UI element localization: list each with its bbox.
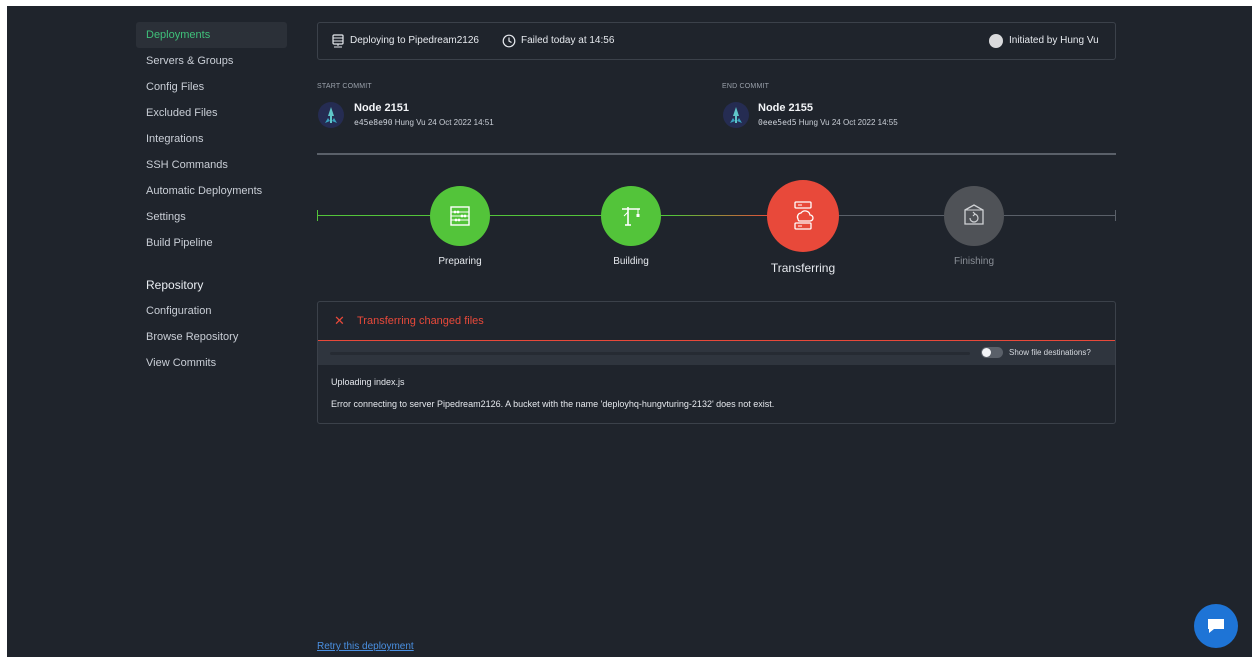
clock-icon [502,34,516,48]
end-commit-hash[interactable]: 0eee5ed5 [758,118,797,127]
pipeline-progress-line [317,215,772,216]
stage-preparing-label: Preparing [438,256,482,267]
cloud-server-icon [794,201,814,230]
stage-building-circle[interactable] [601,186,661,246]
end-commit-title[interactable]: Node 2155 [758,102,813,114]
show-destinations-toggle[interactable] [981,347,1003,358]
section-divider [317,153,1116,155]
deploying-target-text: Deploying to Pipedream2126 [350,35,479,46]
start-commit-date: 24 Oct 2022 14:51 [427,118,494,127]
log-panel-title: Transferring changed files [357,315,484,327]
retry-deployment-link[interactable]: Retry this deployment [317,641,414,652]
sidebar-item-deployments[interactable]: Deployments [136,22,287,48]
app-window: Deployments Servers & Groups Config File… [7,6,1252,657]
stage-transferring-label: Transferring [770,261,836,275]
stage-finishing-circle[interactable] [944,186,1004,246]
pipeline-end-cap [1115,210,1116,221]
box-icon [964,204,984,225]
sidebar-item-settings[interactable]: Settings [136,204,287,230]
log-line: Uploading index.js [331,377,405,387]
sidebar-item-integrations[interactable]: Integrations [136,126,287,152]
chat-widget-button[interactable] [1194,604,1238,648]
error-x-icon: ✕ [334,313,345,328]
abacus-icon [450,206,470,226]
start-commit-title[interactable]: Node 2151 [354,102,409,114]
rocket-icon [325,107,337,123]
sidebar: Deployments Servers & Groups Config File… [7,6,292,657]
show-destinations-label[interactable]: Show file destinations? [1009,348,1091,357]
transfer-progress-track [330,352,970,355]
rocket-icon [730,107,742,123]
sidebar-item-config-files[interactable]: Config Files [136,74,287,100]
start-commit-label: START COMMIT [317,83,372,90]
deployment-status-text: Failed today at 14:56 [521,35,615,46]
sidebar-item-servers-groups[interactable]: Servers & Groups [136,48,287,74]
stage-transferring-circle[interactable] [767,180,839,252]
chat-icon [1208,619,1224,633]
deployment-header: Deploying to Pipedream2126 Failed today … [317,22,1116,60]
toggle-knob [982,348,991,357]
end-commit-logo [723,102,749,128]
sidebar-item-excluded-files[interactable]: Excluded Files [136,100,287,126]
log-panel: ✕ Transferring changed files Show file d… [317,301,1116,424]
stage-finishing-label: Finishing [953,256,995,267]
repository-heading: Repository [146,278,204,292]
sidebar-item-automatic-deployments[interactable]: Automatic Deployments [136,178,287,204]
crane-icon [622,207,640,226]
stage-preparing-circle[interactable] [430,186,490,246]
stage-building-label: Building [613,256,649,267]
end-commit-date: 24 Oct 2022 14:55 [831,118,898,127]
sidebar-item-configuration[interactable]: Configuration [136,298,287,324]
server-icon [332,34,344,48]
sidebar-item-ssh-commands[interactable]: SSH Commands [136,152,287,178]
end-commit-label: END COMMIT [722,83,770,90]
end-commit-meta: 0eee5ed5 Hung Vu 24 Oct 2022 14:55 [758,118,898,127]
user-avatar [989,34,1003,48]
start-commit-author: Hung Vu [394,118,426,127]
log-line: Error connecting to server Pipedream2126… [331,399,775,409]
sidebar-item-build-pipeline[interactable]: Build Pipeline [136,230,287,256]
sidebar-item-browse-repository[interactable]: Browse Repository [136,324,287,350]
log-toolbar: Show file destinations? [318,341,1115,365]
initiated-by-text: Initiated by Hung Vu [1009,35,1099,46]
start-commit-meta: e45e8e90 Hung Vu 24 Oct 2022 14:51 [354,118,494,127]
start-commit-logo [318,102,344,128]
end-commit-author: Hung Vu [798,118,830,127]
start-commit-hash[interactable]: e45e8e90 [354,118,393,127]
sidebar-item-view-commits[interactable]: View Commits [136,350,287,376]
